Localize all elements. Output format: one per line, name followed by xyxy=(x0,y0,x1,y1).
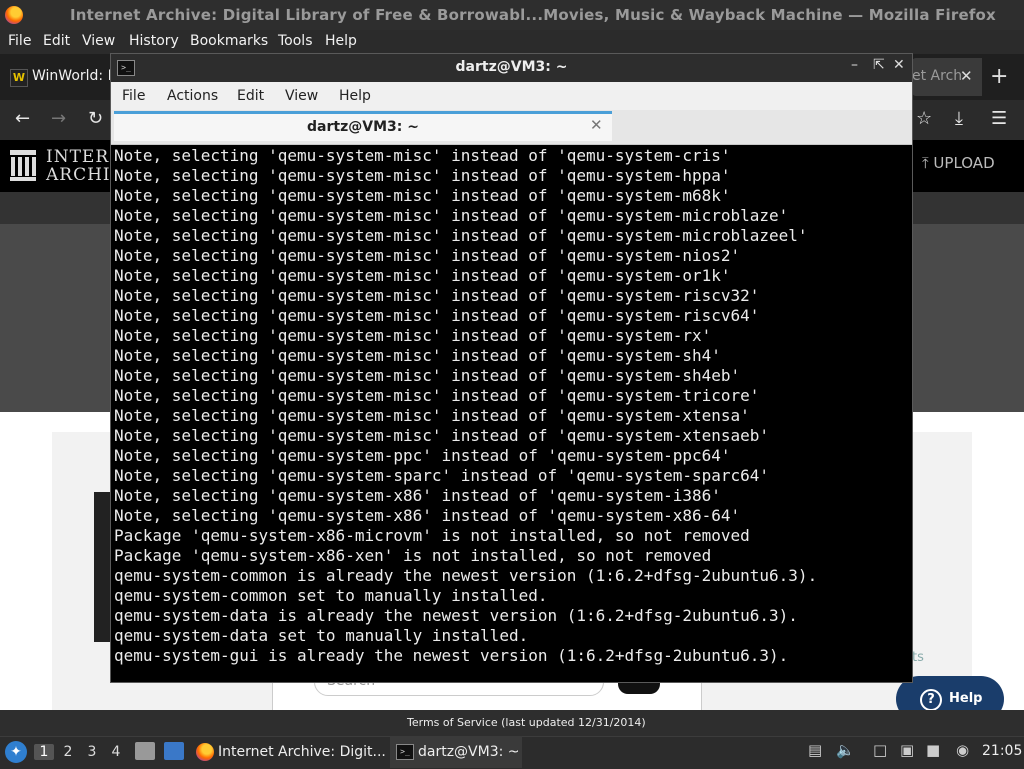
forward-icon[interactable]: → xyxy=(51,108,66,129)
terminal-line: Note, selecting 'qemu-system-x86' instea… xyxy=(114,506,741,525)
term-menu-view[interactable]: View xyxy=(285,88,318,104)
terminal-line: Package 'qemu-system-x86-microvm' is not… xyxy=(114,526,750,545)
ff-menu-edit[interactable]: Edit xyxy=(43,33,70,49)
ff-menu-view[interactable]: View xyxy=(82,33,115,49)
terminal-line: Note, selecting 'qemu-system-ppc' instea… xyxy=(114,446,731,465)
term-menu-help[interactable]: Help xyxy=(339,88,371,104)
file-manager-icon[interactable] xyxy=(135,742,155,760)
workspace-2[interactable]: 2 xyxy=(58,744,78,760)
clock: 21:05 xyxy=(982,743,1023,759)
star-icon[interactable]: ☆ xyxy=(916,108,932,129)
ff-menu-tools[interactable]: Tools xyxy=(278,33,313,49)
terminal-line: Note, selecting 'qemu-system-misc' inste… xyxy=(114,286,760,305)
firefox-taskbar-icon xyxy=(196,743,214,761)
power-icon[interactable]: ◉ xyxy=(956,741,969,759)
firefox-status-bar: Terms of Service (last updated 12/31/201… xyxy=(0,710,1024,736)
taskbar-firefox-label: Internet Archive: Digit... xyxy=(218,744,386,760)
terminal-line: Note, selecting 'qemu-system-misc' inste… xyxy=(114,226,808,245)
terminal-tab-close-icon[interactable]: ✕ xyxy=(590,116,603,134)
tab-winworld[interactable]: W WinWorld: M xyxy=(4,58,120,96)
display-icon[interactable]: ▣ xyxy=(900,741,914,759)
tab-close-icon[interactable]: ✕ xyxy=(960,67,973,85)
terminal-line: Note, selecting 'qemu-system-misc' inste… xyxy=(114,206,789,225)
terminal-line: Note, selecting 'qemu-system-misc' inste… xyxy=(114,406,750,425)
show-desktop-icon[interactable] xyxy=(164,742,184,760)
term-menu-file[interactable]: File xyxy=(122,88,145,104)
tab-internet-archive[interactable]: et Arch ✕ xyxy=(912,58,982,96)
close-icon[interactable]: ✕ xyxy=(893,57,905,73)
ff-menu-history[interactable]: History xyxy=(129,33,179,49)
terminal-line: Note, selecting 'qemu-system-sparc' inst… xyxy=(114,466,770,485)
terminal-window-title: dartz@VM3: ~ xyxy=(455,59,568,75)
help-icon: ? xyxy=(920,689,942,711)
menu-icon[interactable]: ☰ xyxy=(991,108,1007,129)
terminal-line: Note, selecting 'qemu-system-misc' inste… xyxy=(114,146,731,165)
new-tab-icon[interactable]: + xyxy=(990,64,1008,89)
terminal-line: Note, selecting 'qemu-system-misc' inste… xyxy=(114,306,760,325)
taskbar-firefox[interactable]: Internet Archive: Digit... xyxy=(192,736,386,768)
terminal-line: qemu-system-data is already the newest v… xyxy=(114,606,798,625)
terminal-taskbar-icon: >_ xyxy=(396,744,414,760)
terminal-line: Note, selecting 'qemu-system-misc' inste… xyxy=(114,186,731,205)
taskbar-terminal-label: dartz@VM3: ~ xyxy=(418,744,520,760)
terminal-line: Note, selecting 'qemu-system-x86' instea… xyxy=(114,486,721,505)
term-menu-edit[interactable]: Edit xyxy=(237,88,264,104)
terminal-line: qemu-system-gui is already the newest ve… xyxy=(114,646,789,665)
terminal-line: Note, selecting 'qemu-system-misc' inste… xyxy=(114,266,731,285)
tab-winworld-label: WinWorld: M xyxy=(32,68,120,84)
maximize-icon[interactable]: ⇱ xyxy=(873,57,885,73)
upload-button[interactable]: ⤒ UPLOAD xyxy=(922,154,995,172)
status-text: Terms of Service (last updated 12/31/201… xyxy=(407,716,646,729)
archive-logo-icon[interactable] xyxy=(10,150,36,182)
ff-menu-help[interactable]: Help xyxy=(325,33,357,49)
terminal-line: Note, selecting 'qemu-system-misc' inste… xyxy=(114,166,731,185)
volume-icon[interactable]: 🔈 xyxy=(836,741,855,759)
terminal-line: qemu-system-common set to manually insta… xyxy=(114,586,548,605)
tab-internet-archive-label: et Arch xyxy=(912,68,963,84)
archive-side-text: ts xyxy=(912,650,924,665)
clipboard-icon[interactable]: ▤ xyxy=(808,741,822,759)
terminal-line: Package 'qemu-system-x86-xen' is not ins… xyxy=(114,546,712,565)
upload-icon: ⤒ xyxy=(922,154,929,172)
workspace-1[interactable]: 1 xyxy=(34,744,54,760)
minimize-icon[interactable]: – xyxy=(851,57,858,73)
terminal-line: Note, selecting 'qemu-system-misc' inste… xyxy=(114,386,760,405)
notification-icon[interactable]: ■ xyxy=(926,741,940,759)
terminal-tab[interactable]: dartz@VM3: ~ ✕ xyxy=(114,111,612,141)
winworld-favicon-icon: W xyxy=(10,69,28,87)
terminal-line: Note, selecting 'qemu-system-misc' inste… xyxy=(114,426,770,445)
start-menu-icon[interactable]: ✦ xyxy=(5,741,27,763)
terminal-line: Note, selecting 'qemu-system-misc' inste… xyxy=(114,366,741,385)
upload-label: UPLOAD xyxy=(933,154,995,172)
terminal-line: Note, selecting 'qemu-system-misc' inste… xyxy=(114,246,741,265)
terminal-menubar: File Actions Edit View Help xyxy=(111,82,912,110)
back-icon[interactable]: ← xyxy=(15,108,30,129)
terminal-line: qemu-system-common is already the newest… xyxy=(114,566,818,585)
terminal-titlebar[interactable]: >_ dartz@VM3: ~ – ⇱ ✕ xyxy=(111,54,912,82)
ff-menu-bookmarks[interactable]: Bookmarks xyxy=(190,33,268,49)
firefox-titlebar: Internet Archive: Digital Library of Fre… xyxy=(0,0,1024,30)
ff-menu-file[interactable]: File xyxy=(8,33,31,49)
firefox-logo-icon xyxy=(5,6,23,24)
firefox-window-title: Internet Archive: Digital Library of Fre… xyxy=(70,6,996,24)
workspace-3[interactable]: 3 xyxy=(82,744,102,760)
terminal-line: qemu-system-data set to manually install… xyxy=(114,626,529,645)
taskbar-terminal[interactable]: >_ dartz@VM3: ~ xyxy=(390,736,522,768)
terminal-tab-label: dartz@VM3: ~ xyxy=(307,119,419,135)
terminal-line: Note, selecting 'qemu-system-misc' inste… xyxy=(114,326,712,345)
workspace-4[interactable]: 4 xyxy=(106,744,126,760)
notes-icon[interactable]: □ xyxy=(873,741,887,759)
terminal-line: Note, selecting 'qemu-system-misc' inste… xyxy=(114,346,721,365)
term-menu-actions[interactable]: Actions xyxy=(167,88,218,104)
reload-icon[interactable]: ↻ xyxy=(88,108,103,129)
terminal-output[interactable]: Note, selecting 'qemu-system-misc' inste… xyxy=(114,146,910,680)
firefox-menubar: File Edit View History Bookmarks Tools H… xyxy=(0,30,1024,54)
help-label: Help xyxy=(949,691,983,706)
download-icon[interactable]: ⤓ xyxy=(955,108,963,129)
